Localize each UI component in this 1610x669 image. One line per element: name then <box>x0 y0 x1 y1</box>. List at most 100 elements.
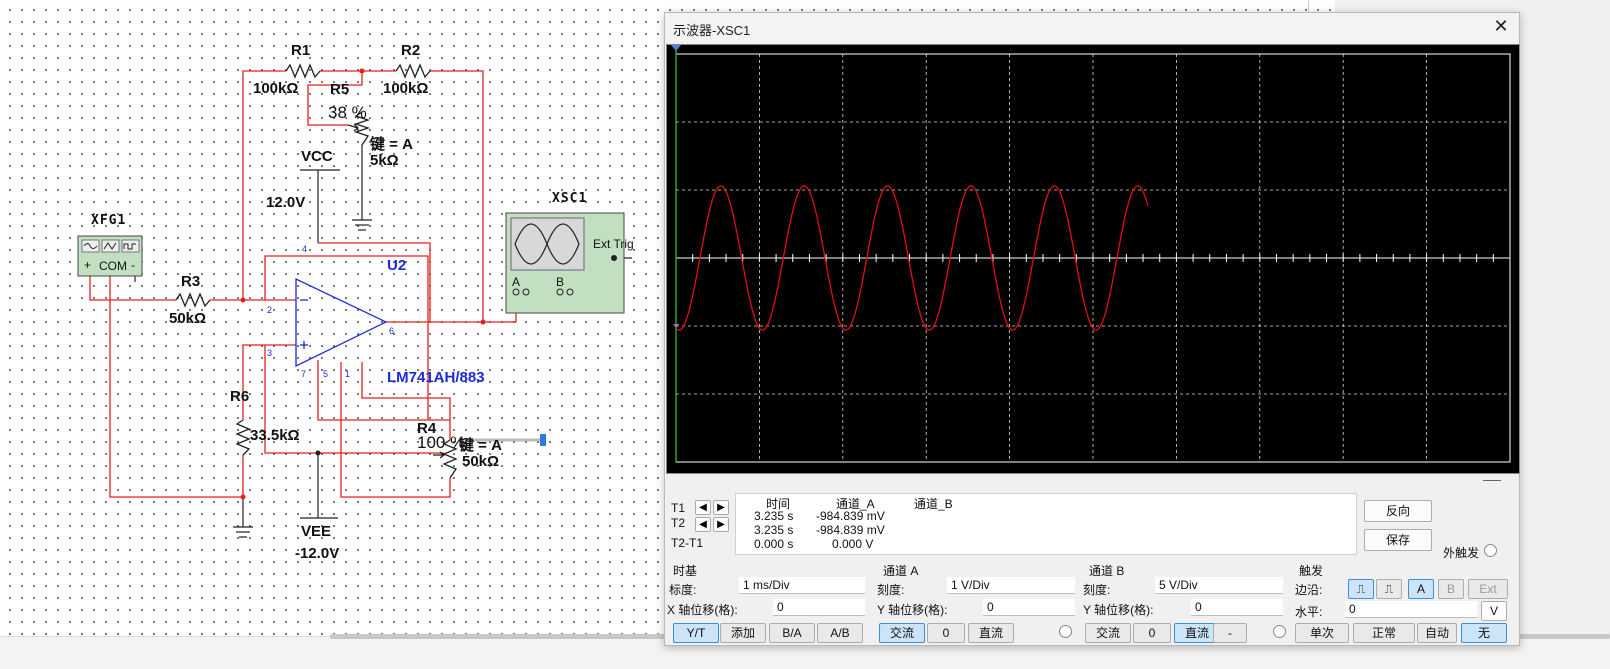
yt-button[interactable]: Y/T <box>673 623 719 643</box>
t2-chan-a: -984.839 mV <box>816 523 885 537</box>
r4-key: 键 = A <box>459 437 502 454</box>
r5-key: 键 = A <box>370 136 413 153</box>
none-mode-button[interactable]: 无 <box>1461 623 1507 643</box>
xfg1-com: COM <box>99 259 127 273</box>
channel-a-radio[interactable] <box>1059 625 1072 638</box>
t1-left-arrow-icon[interactable]: ◀ <box>695 500 711 515</box>
r4-percent: 100 % <box>417 433 466 452</box>
channel-b-scale-label: 刻度: <box>1083 583 1111 597</box>
u2-part: LM741AH/883 <box>387 369 485 386</box>
oscilloscope-window[interactable]: 示波器-XSC1 ✕ T1 ◀ ▶ T2 ◀ ▶ T2-T1 时间 通道_A 通… <box>664 12 1520 646</box>
channel-b-zero-button[interactable]: 0 <box>1133 623 1171 643</box>
pin-4: 4 <box>302 244 308 254</box>
waveform-display <box>671 45 1511 463</box>
scope-chan-a-label: A <box>512 275 521 289</box>
t2-t1-chan-a: 0.000 V <box>832 537 874 551</box>
channel-a-scale-field[interactable]: 1 V/Div <box>947 577 1075 594</box>
channel-a-title: 通道 A <box>883 564 919 578</box>
xfg1-minus: - <box>131 258 135 272</box>
t1-label: T1 <box>671 501 686 515</box>
ext-trigger-radio[interactable] <box>1484 544 1497 557</box>
channel-b-title: 通道 B <box>1089 564 1125 578</box>
r5-label: R5 <box>330 81 350 98</box>
pin-6: 6 <box>389 326 395 336</box>
cursor-readout: 时间 通道_A 通道_B 3.235 s -984.839 mV 3.235 s… <box>735 493 1357 555</box>
header-chan-b: 通道_B <box>914 497 953 511</box>
t2-left-arrow-icon[interactable]: ◀ <box>695 517 711 532</box>
channel-a-dc-button[interactable]: 直流 <box>968 623 1014 643</box>
window-title: 示波器-XSC1 <box>673 23 751 38</box>
r6-label: R6 <box>230 388 250 405</box>
r1-value: 100kΩ <box>253 80 299 97</box>
reverse-button[interactable]: 反向 <box>1364 500 1432 522</box>
ext-trigger-label: 外触发 <box>1443 546 1480 560</box>
xfg1-label: XFG1 <box>91 213 127 228</box>
r3-value: 50kΩ <box>169 310 207 327</box>
trigger-level-field[interactable]: 0 <box>1345 601 1477 618</box>
timebase-title: 时基 <box>673 564 698 578</box>
r4-value: 50kΩ <box>462 453 500 470</box>
vcc-label: VCC <box>301 148 333 165</box>
scope-screen[interactable] <box>666 44 1520 474</box>
channel-b-ac-button[interactable]: 交流 <box>1085 623 1131 643</box>
t2-label: T2 <box>671 516 686 530</box>
ext-trig-label: Ext Trig <box>593 237 634 251</box>
pin-3: 3 <box>267 348 273 358</box>
trigger-source-a-button[interactable]: A <box>1408 579 1434 599</box>
vee-label: VEE <box>301 523 332 540</box>
r5-percent: 38 % <box>328 103 367 122</box>
trigger-source-ext-button[interactable]: Ext <box>1468 579 1508 599</box>
add-button[interactable]: 添加 <box>720 623 766 643</box>
t2-time: 3.235 s <box>754 523 794 537</box>
channel-b-scale-field[interactable]: 5 V/Div <box>1155 577 1283 594</box>
u2-label: U2 <box>387 257 407 274</box>
resize-grip[interactable] <box>1483 480 1501 481</box>
timebase-scale-label: 标度: <box>669 583 697 597</box>
pin-1: 1 <box>345 369 351 379</box>
b-over-a-button[interactable]: B/A <box>769 623 815 643</box>
single-mode-button[interactable]: 单次 <box>1295 623 1349 643</box>
x-position-field[interactable]: 0 <box>773 599 865 616</box>
pin-7: 7 <box>301 369 307 379</box>
falling-edge-icon[interactable]: ⎍ <box>1376 579 1402 599</box>
t1-chan-a: -984.839 mV <box>816 509 885 523</box>
r2-label: R2 <box>401 42 421 59</box>
normal-mode-button[interactable]: 正常 <box>1353 623 1415 643</box>
t2-t1-label: T2-T1 <box>671 536 704 550</box>
trigger-level-unit[interactable]: V <box>1481 601 1507 621</box>
channel-a-scale-label: 刻度: <box>877 583 905 597</box>
channel-a-zero-button[interactable]: 0 <box>927 623 965 643</box>
timebase-scale-field[interactable]: 1 ms/Div <box>739 577 865 594</box>
pin-2: 2 <box>267 305 273 315</box>
channel-b-minus-button[interactable]: - <box>1213 623 1247 643</box>
r1-label: R1 <box>291 42 311 59</box>
channel-a-ypos-field[interactable]: 0 <box>983 599 1075 616</box>
channel-b-ypos-field[interactable]: 0 <box>1191 599 1283 616</box>
xsc1-label: XSC1 <box>552 191 588 206</box>
t2-right-arrow-icon[interactable]: ▶ <box>713 517 729 532</box>
t1-right-arrow-icon[interactable]: ▶ <box>713 500 729 515</box>
r5-value: 5kΩ <box>370 152 399 169</box>
r6-value: 33.5kΩ <box>250 427 300 444</box>
auto-mode-button[interactable]: 自动 <box>1417 623 1457 643</box>
title-bar[interactable]: 示波器-XSC1 ✕ <box>665 13 1519 42</box>
scope-chan-b-label: B <box>556 275 565 289</box>
vcc-voltage: 12.0V <box>266 194 306 211</box>
t2-t1-time: 0.000 s <box>754 537 794 551</box>
channel-a-ypos-label: Y 轴位移(格): <box>877 603 948 617</box>
a-over-b-button[interactable]: A/B <box>817 623 863 643</box>
channel-a-ac-button[interactable]: 交流 <box>879 623 925 643</box>
background-pane-top <box>1308 0 1339 12</box>
trigger-source-b-button[interactable]: B <box>1438 579 1464 599</box>
x-position-label: X 轴位移(格): <box>667 603 738 617</box>
channel-b-ypos-label: Y 轴位移(格): <box>1083 603 1154 617</box>
rising-edge-icon[interactable]: ⎍ <box>1348 579 1374 599</box>
close-icon[interactable]: ✕ <box>1491 17 1511 37</box>
trigger-edge-label: 边沿: <box>1295 583 1323 597</box>
save-button[interactable]: 保存 <box>1364 529 1432 551</box>
trigger-level-label: 水平: <box>1295 605 1323 619</box>
cursor-t1-marker <box>671 45 681 51</box>
t1-time: 3.235 s <box>754 509 794 523</box>
r3-label: R3 <box>181 273 201 290</box>
channel-b-radio[interactable] <box>1273 625 1286 638</box>
